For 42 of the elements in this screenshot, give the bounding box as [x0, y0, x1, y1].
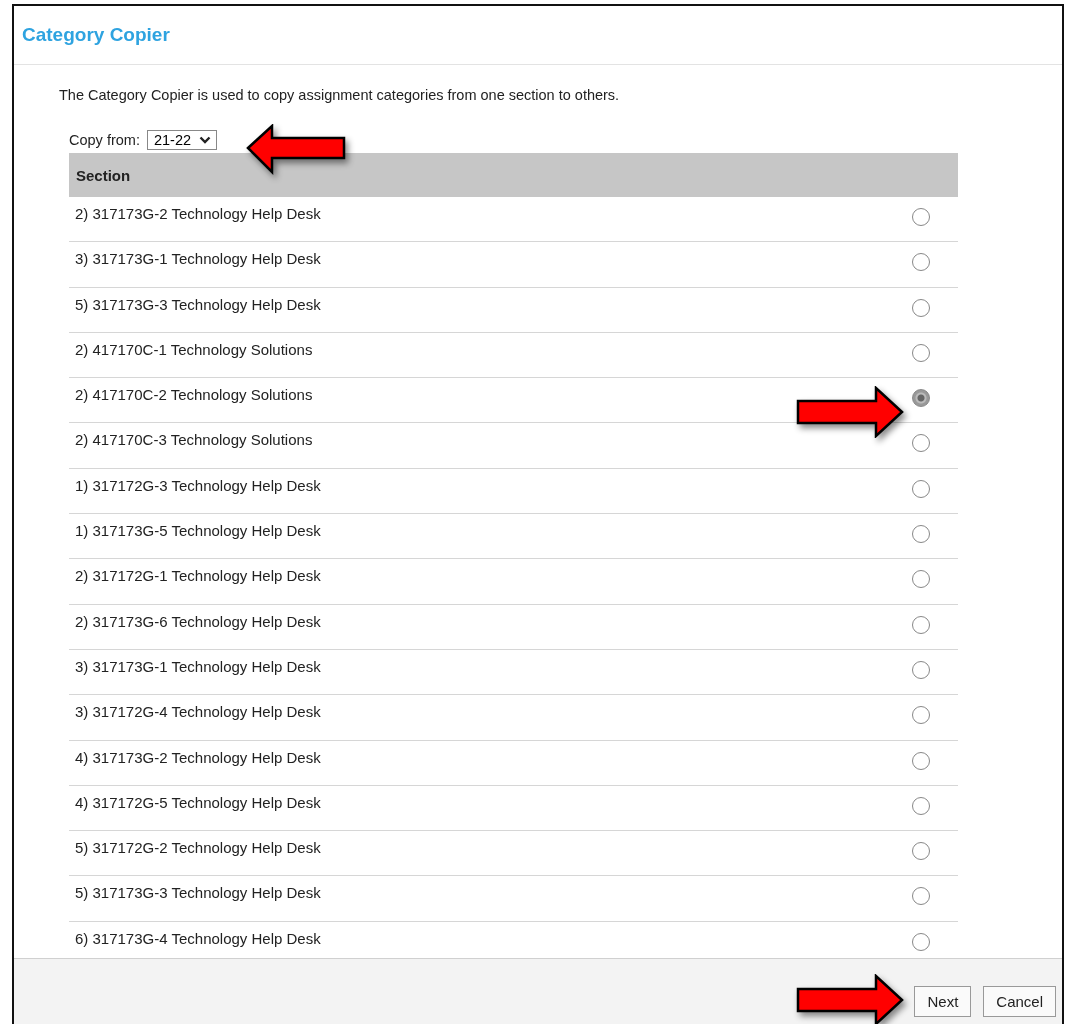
table-cell: 2) 317172G-1 Technology Help Desk [75, 567, 321, 585]
table-cell: 5) 317173G-3 Technology Help Desk [75, 884, 321, 902]
radio-button[interactable] [912, 208, 930, 226]
radio-button[interactable] [912, 434, 930, 453]
table-cell: 3) 317173G-1 Technology Help Desk [75, 657, 321, 675]
table-cell: 5) 317173G-3 Technology Help Desk [75, 295, 321, 313]
next-button[interactable]: Next [914, 986, 972, 1017]
window-title: Category Copier [22, 24, 170, 46]
table-cell: 5) 317172G-2 Technology Help Desk [75, 839, 321, 857]
table-cell: 2) 417170C-2 Technology Solutions [75, 386, 313, 404]
radio-button[interactable] [912, 298, 930, 317]
radio-button[interactable] [912, 887, 930, 906]
radio-button[interactable] [912, 389, 930, 408]
cancel-button[interactable]: Cancel [983, 986, 1056, 1017]
radio-button[interactable] [912, 932, 930, 951]
radio-button[interactable] [912, 253, 930, 272]
radio-button[interactable] [912, 796, 930, 815]
table-cell: 3) 317172G-4 Technology Help Desk [75, 703, 321, 721]
table-cell: 2) 317173G-2 Technology Help Desk [75, 205, 321, 222]
copy-from-label: Copy from: [69, 132, 140, 148]
column-header: Section [76, 166, 131, 184]
table-cell: 4) 317172G-5 Technology Help Desk [75, 793, 321, 811]
radio-button[interactable] [912, 660, 930, 679]
radio-button[interactable] [912, 615, 930, 634]
table-cell: 2) 417170C-1 Technology Solutions [75, 340, 313, 358]
radio-button[interactable] [912, 343, 930, 362]
table-cell: 4) 317173G-2 Technology Help Desk [75, 748, 321, 766]
table-cell: 2) 417170C-3 Technology Solutions [75, 431, 313, 449]
radio-button[interactable] [912, 570, 930, 589]
table-cell: 1) 317173G-5 Technology Help Desk [75, 522, 321, 540]
radio-button[interactable] [912, 479, 930, 498]
copy-from-dropdown[interactable]: 21-22 [146, 130, 217, 150]
radio-button[interactable] [912, 525, 930, 544]
table-cell: 3) 317173G-1 Technology Help Desk [75, 250, 321, 268]
table-cell: 6) 317173G-4 Technology Help Desk [75, 929, 321, 947]
radio-button[interactable] [912, 706, 930, 725]
description-text: The Category Copier is used to copy assignment categories from one section to others. [59, 87, 621, 103]
radio-button[interactable] [912, 842, 930, 861]
radio-button[interactable] [912, 751, 930, 770]
table-cell: 1) 317172G-3 Technology Help Desk [75, 476, 321, 494]
chevron-down-icon [199, 136, 211, 144]
table-cell: 2) 317173G-6 Technology Help Desk [75, 612, 321, 630]
